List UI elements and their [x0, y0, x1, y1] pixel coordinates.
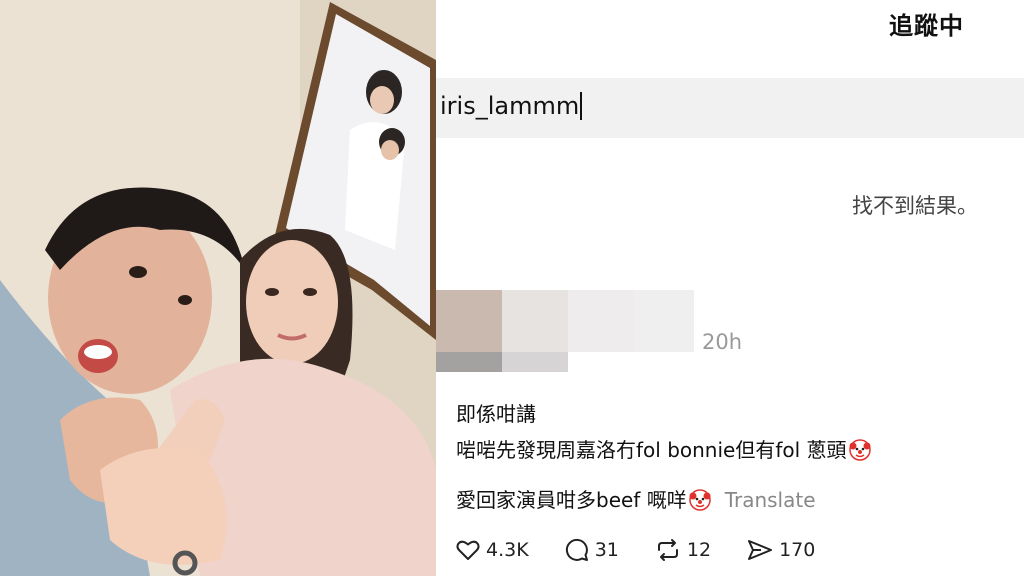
- like-count: 4.3K: [486, 539, 529, 561]
- share-button[interactable]: 170: [747, 538, 815, 562]
- blur-tile: [568, 290, 634, 352]
- clown-face-icon: [688, 489, 711, 511]
- share-count: 170: [779, 539, 816, 561]
- post-line-2-text: 啱啱先發現周嘉洛冇fol bonnie但有fol 蔥頭: [456, 438, 847, 462]
- post-line-1: 即係咁講: [456, 402, 536, 426]
- search-query: iris_lammm: [440, 92, 580, 120]
- post-line-3-text: 愛回家演員咁多beef 嘅咩: [456, 488, 687, 512]
- repost-icon: [657, 539, 678, 561]
- repost-button[interactable]: 12: [655, 538, 711, 562]
- post-line-3: 愛回家演員咁多beef 嘅咩 Translate: [456, 484, 816, 513]
- like-button[interactable]: 4.3K: [456, 539, 529, 561]
- search-panel: 追蹤中 iris_lammm 找不到結果。 20h 即係咁講 啱啱先發現周嘉洛冇…: [436, 0, 1024, 576]
- comment-bubble-icon: [565, 538, 588, 561]
- translate-link[interactable]: Translate: [725, 488, 816, 512]
- repost-count: 12: [686, 539, 712, 561]
- blur-tile: [436, 352, 502, 372]
- post-line-2: 啱啱先發現周嘉洛冇fol bonnie但有fol 蔥頭: [456, 434, 871, 463]
- photo-illustration: [0, 0, 436, 576]
- search-input[interactable]: iris_lammm: [440, 92, 583, 120]
- post-actions: 4.3K 31 12 170: [456, 538, 851, 562]
- send-icon: [748, 540, 773, 560]
- post-timestamp: 20h: [702, 330, 743, 354]
- selfie-photo: [0, 0, 436, 576]
- heart-icon: [456, 540, 480, 560]
- blur-tile: [436, 290, 502, 352]
- blur-tile: [502, 290, 568, 352]
- text-caret: [580, 92, 583, 120]
- blur-tile: [634, 290, 694, 352]
- blur-tile: [502, 352, 568, 372]
- clown-face-icon: [848, 439, 871, 461]
- comment-count: 31: [594, 539, 619, 561]
- no-results-message: 找不到結果。: [852, 194, 978, 218]
- search-bar[interactable]: iris_lammm: [436, 78, 1024, 138]
- page-title: 追蹤中: [889, 12, 964, 40]
- comment-button[interactable]: 31: [565, 538, 619, 562]
